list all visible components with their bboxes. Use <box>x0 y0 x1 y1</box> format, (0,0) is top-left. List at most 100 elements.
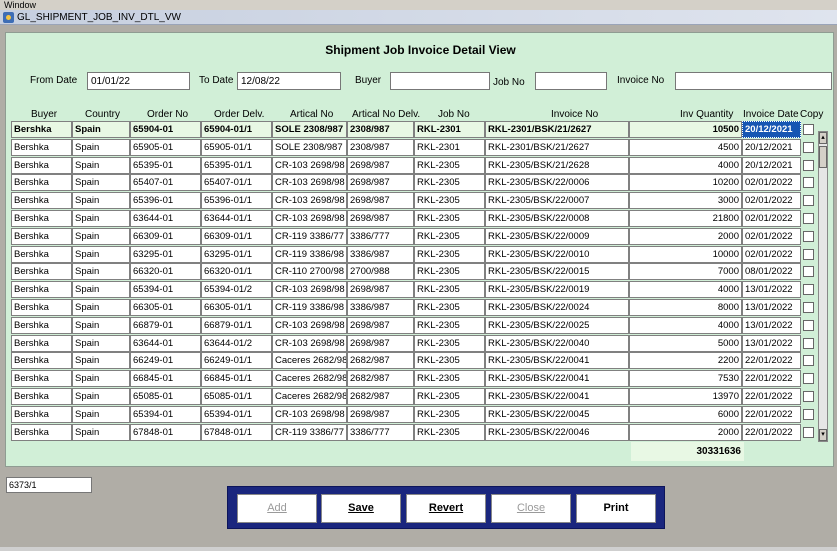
copy-checkbox[interactable] <box>803 177 814 189</box>
table-row[interactable]: Bershka Spain 66879-01 66879-01/1 CR-103 269… <box>11 316 801 334</box>
cell-order-delv[interactable]: 63295-01/1 <box>201 245 272 263</box>
cell-country[interactable]: Spain <box>72 316 130 334</box>
cell-order-delv[interactable]: 65085-01/1 <box>201 388 272 405</box>
cell-buyer[interactable]: Bershka <box>11 316 72 334</box>
cell-order-no[interactable]: 65395-01 <box>130 156 201 174</box>
cell-order-delv[interactable]: 66305-01/1 <box>201 299 272 316</box>
cell-invoice-no[interactable]: RKL-2305/BSK/22/0007 <box>485 192 629 210</box>
cell-country[interactable]: Spain <box>72 174 130 192</box>
cell-artical-no-delv[interactable]: 3386/777 <box>347 423 414 441</box>
cell-artical-no-delv[interactable]: 2698/987 <box>347 174 414 192</box>
cell-order-delv[interactable]: 66845-01/1 <box>201 370 272 388</box>
table-row[interactable]: Bershka Spain 65905-01 65905-01/1 SOLE 2308/… <box>11 138 801 156</box>
cell-order-no[interactable]: 65394-01 <box>130 281 201 299</box>
cell-invoice-no[interactable]: RKL-2305/BSK/22/0041 <box>485 388 629 405</box>
save-button[interactable]: Save <box>321 494 401 523</box>
cell-artical-no-delv[interactable]: 2682/987 <box>347 388 414 405</box>
cell-job-no[interactable]: RKL-2305 <box>414 174 485 192</box>
cell-artical-no[interactable]: SOLE 2308/987 <box>272 138 347 156</box>
cell-buyer[interactable]: Bershka <box>11 423 72 441</box>
job-no-input[interactable] <box>535 72 607 90</box>
table-row[interactable]: Bershka Spain 65394-01 65394-01/1 CR-103 269… <box>11 405 801 423</box>
cell-job-no[interactable]: RKL-2305 <box>414 405 485 423</box>
scroll-thumb[interactable] <box>819 146 827 168</box>
cell-invoice-no[interactable]: RKL-2305/BSK/22/0015 <box>485 263 629 281</box>
cell-artical-no-delv[interactable]: 2308/987 <box>347 138 414 156</box>
cell-order-delv[interactable]: 65905-01/1 <box>201 138 272 156</box>
cell-invoice-no[interactable]: RKL-2305/BSK/22/0009 <box>485 227 629 245</box>
copy-checkbox[interactable] <box>803 213 814 224</box>
cell-buyer[interactable]: Bershka <box>11 121 72 138</box>
cell-order-delv[interactable]: 65396-01/1 <box>201 192 272 210</box>
close-button[interactable]: Close <box>491 494 571 523</box>
cell-artical-no-delv[interactable]: 2682/987 <box>347 352 414 370</box>
cell-inv-quantity[interactable]: 4000 <box>629 281 742 299</box>
cell-buyer[interactable]: Bershka <box>11 192 72 210</box>
cell-inv-quantity[interactable]: 10500 <box>629 121 742 138</box>
cell-buyer[interactable]: Bershka <box>11 174 72 192</box>
cell-inv-quantity[interactable]: 6000 <box>629 405 742 423</box>
cell-order-no[interactable]: 66305-01 <box>130 299 201 316</box>
cell-invoice-no[interactable]: RKL-2305/BSK/22/0019 <box>485 281 629 299</box>
cell-order-delv[interactable]: 66879-01/1 <box>201 316 272 334</box>
cell-invoice-date[interactable]: 02/01/2022 <box>742 174 801 192</box>
cell-artical-no-delv[interactable]: 2698/987 <box>347 192 414 210</box>
cell-buyer[interactable]: Bershka <box>11 352 72 370</box>
cell-job-no[interactable]: RKL-2305 <box>414 227 485 245</box>
cell-country[interactable]: Spain <box>72 423 130 441</box>
invoice-no-input[interactable] <box>675 72 832 90</box>
copy-checkbox[interactable] <box>803 124 814 135</box>
scroll-up-icon[interactable]: ▴ <box>819 132 827 144</box>
cell-order-no[interactable]: 65904-01 <box>130 121 201 138</box>
cell-inv-quantity[interactable]: 2000 <box>629 227 742 245</box>
cell-artical-no[interactable]: CR-103 2698/98 <box>272 156 347 174</box>
cell-order-delv[interactable]: 66309-01/1 <box>201 227 272 245</box>
copy-checkbox[interactable] <box>803 266 814 278</box>
cell-country[interactable]: Spain <box>72 281 130 299</box>
copy-checkbox[interactable] <box>803 391 814 402</box>
cell-order-no[interactable]: 66320-01 <box>130 263 201 281</box>
cell-inv-quantity[interactable]: 10000 <box>629 245 742 263</box>
cell-buyer[interactable]: Bershka <box>11 388 72 405</box>
copy-checkbox[interactable] <box>803 159 814 171</box>
add-button[interactable]: Add <box>237 494 317 523</box>
cell-inv-quantity[interactable]: 7000 <box>629 263 742 281</box>
cell-inv-quantity[interactable]: 13970 <box>629 388 742 405</box>
cell-job-no[interactable]: RKL-2305 <box>414 192 485 210</box>
cell-artical-no[interactable]: CR-103 2698/98 <box>272 334 347 352</box>
cell-invoice-date[interactable]: 22/01/2022 <box>742 405 801 423</box>
cell-invoice-no[interactable]: RKL-2305/BSK/22/0040 <box>485 334 629 352</box>
cell-order-no[interactable]: 63644-01 <box>130 334 201 352</box>
cell-artical-no[interactable]: CR-103 2698/98 <box>272 192 347 210</box>
cell-invoice-date[interactable]: 20/12/2021 <box>742 138 801 156</box>
from-date-input[interactable] <box>87 72 190 90</box>
cell-invoice-date[interactable]: 13/01/2022 <box>742 316 801 334</box>
copy-checkbox[interactable] <box>803 426 814 438</box>
cell-buyer[interactable]: Bershka <box>11 227 72 245</box>
cell-buyer[interactable]: Bershka <box>11 334 72 352</box>
cell-order-delv[interactable]: 65394-01/2 <box>201 281 272 299</box>
table-row[interactable]: Bershka Spain 63295-01 63295-01/1 CR-119 338… <box>11 245 801 263</box>
cell-order-delv[interactable]: 67848-01/1 <box>201 423 272 441</box>
scroll-down-icon[interactable]: ▾ <box>819 429 827 441</box>
cell-artical-no[interactable]: SOLE 2308/987 <box>272 121 347 138</box>
cell-job-no[interactable]: RKL-2301 <box>414 138 485 156</box>
cell-invoice-no[interactable]: RKL-2305/BSK/21/2628 <box>485 156 629 174</box>
cell-order-no[interactable]: 65085-01 <box>130 388 201 405</box>
copy-checkbox[interactable] <box>803 284 814 296</box>
cell-country[interactable]: Spain <box>72 121 130 138</box>
cell-artical-no-delv[interactable]: 2698/987 <box>347 316 414 334</box>
cell-invoice-date[interactable]: 20/12/2021 <box>742 156 801 174</box>
vertical-scrollbar[interactable]: ▴ ▾ <box>818 131 828 442</box>
cell-country[interactable]: Spain <box>72 227 130 245</box>
cell-artical-no[interactable]: Caceres 2682/98 <box>272 388 347 405</box>
cell-job-no[interactable]: RKL-2305 <box>414 210 485 227</box>
cell-order-no[interactable]: 65394-01 <box>130 405 201 423</box>
cell-order-delv[interactable]: 65904-01/1 <box>201 121 272 138</box>
copy-checkbox[interactable] <box>803 355 814 367</box>
cell-artical-no-delv[interactable]: 3386/987 <box>347 245 414 263</box>
table-row[interactable]: Bershka Spain 63644-01 63644-01/2 CR-103 269… <box>11 334 801 352</box>
cell-artical-no-delv[interactable]: 2682/987 <box>347 370 414 388</box>
table-row[interactable]: Bershka Spain 66845-01 66845-01/1 Caceres 26… <box>11 370 801 388</box>
menu-bar[interactable]: Window <box>0 0 837 10</box>
